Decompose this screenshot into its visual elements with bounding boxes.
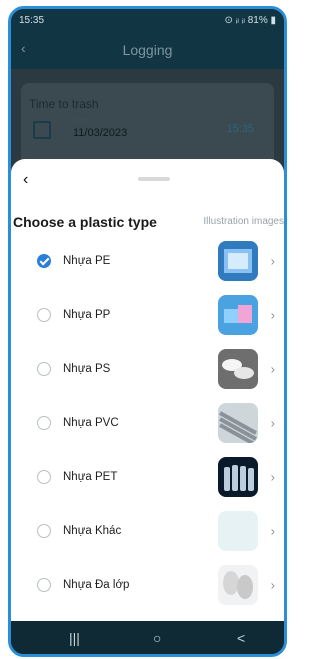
chevron-right-icon[interactable]: › (271, 470, 275, 485)
chevron-right-icon[interactable]: › (271, 524, 275, 539)
plastic-type-sheet: ‹ Choose a plastic type Illustration ima… (11, 159, 284, 629)
radio-unchecked[interactable] (37, 308, 51, 322)
option-pe[interactable]: Nhựa PE › (11, 234, 284, 288)
radio-unchecked[interactable] (37, 470, 51, 484)
radio-unchecked[interactable] (37, 524, 51, 538)
radio-checked[interactable] (37, 254, 51, 268)
option-label: Nhựa PE (63, 255, 111, 267)
option-multilayer[interactable]: Nhựa Đa lớp › (11, 558, 284, 612)
sheet-handle[interactable] (138, 177, 170, 181)
option-label: Nhựa PP (63, 309, 111, 321)
option-pvc[interactable]: Nhựa PVC › (11, 396, 284, 450)
option-label: Nhựa PVC (63, 417, 119, 429)
multilayer-rolls-image (218, 565, 258, 605)
calendar-icon (33, 121, 51, 139)
option-pet[interactable]: Nhựa PET › (11, 450, 284, 504)
radio-unchecked[interactable] (37, 416, 51, 430)
recent-apps-button[interactable]: ||| (69, 630, 80, 646)
option-label: Nhựa PS (63, 363, 111, 375)
time-value: 15:35 (226, 123, 254, 135)
chevron-right-icon[interactable]: › (271, 578, 275, 593)
app-header: ‹ Logging (11, 31, 284, 69)
option-pp[interactable]: Nhựa PP › (11, 288, 284, 342)
foam-cups-image (218, 349, 258, 389)
plastic-bags-image (218, 241, 258, 281)
date-label: Date (73, 117, 88, 124)
sheet-title: Choose a plastic type (13, 214, 157, 230)
option-ps[interactable]: Nhựa PS › (11, 342, 284, 396)
radio-unchecked[interactable] (37, 578, 51, 592)
pvc-pipes-image (218, 403, 258, 443)
option-label: Nhựa Khác (63, 525, 122, 537)
chevron-right-icon[interactable]: › (271, 308, 275, 323)
blank-image (218, 511, 258, 551)
page-title: Logging (122, 42, 173, 58)
date-value: 11/03/2023 (73, 127, 128, 139)
chevron-left-icon[interactable]: ‹ (23, 171, 28, 189)
home-button[interactable]: ○ (153, 630, 161, 646)
radio-unchecked[interactable] (37, 362, 51, 376)
option-label: Nhựa Đa lớp (63, 579, 130, 591)
card-title: Time to trash (29, 97, 99, 111)
status-bar: 15:35 ⊙ ᵢₗ ᵢₗ 81% ▮ (11, 9, 284, 31)
sheet-subtitle: Illustration images (203, 216, 284, 227)
option-other[interactable]: Nhựa Khác › (11, 504, 284, 558)
status-time: 15:35 (19, 15, 45, 26)
battery-percent: 81% (247, 15, 268, 26)
chevron-right-icon[interactable]: › (271, 254, 275, 269)
back-button[interactable]: < (237, 630, 245, 646)
status-indicators: ⊙ ᵢₗ ᵢₗ 81% ▮ (224, 15, 276, 26)
option-label: Nhựa PET (63, 471, 118, 483)
chevron-right-icon[interactable]: › (271, 416, 275, 431)
chevron-right-icon[interactable]: › (271, 362, 275, 377)
phone-frame: 15:35 ⊙ ᵢₗ ᵢₗ 81% ▮ ‹ Logging Time to tr… (8, 6, 287, 657)
water-bottles-image (218, 457, 258, 497)
android-nav-bar: ||| ○ < (11, 621, 284, 654)
plastic-containers-image (218, 295, 258, 335)
